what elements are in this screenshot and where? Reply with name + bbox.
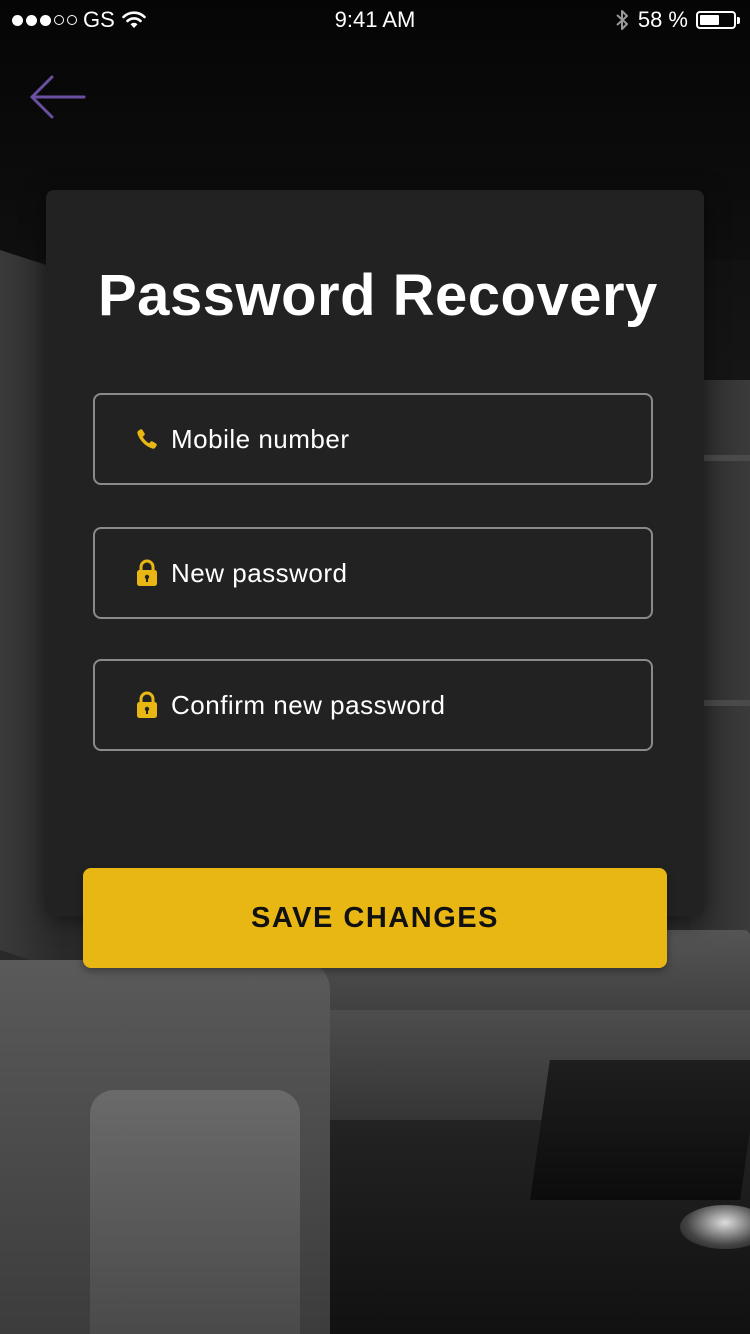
save-changes-button[interactable]: SAVE CHANGES (83, 868, 667, 968)
background-shelf (700, 700, 750, 706)
background-shelf (700, 455, 750, 461)
confirm-password-field[interactable] (93, 659, 653, 751)
status-right: 58 % (614, 7, 740, 33)
page-title: Password Recovery (98, 263, 658, 328)
background-coffee-table (530, 1060, 750, 1200)
battery-level (700, 15, 719, 25)
mobile-number-input[interactable] (171, 419, 651, 459)
lock-icon (135, 559, 159, 587)
status-bar: GS 9:41 AM 58 % (0, 0, 750, 40)
battery-icon (696, 11, 740, 29)
new-password-input[interactable] (171, 553, 651, 593)
phone-icon (135, 425, 159, 453)
new-password-field[interactable] (93, 527, 653, 619)
confirm-password-input[interactable] (171, 685, 651, 725)
back-button[interactable] (28, 70, 88, 124)
password-recovery-card: Password Recovery (46, 190, 704, 916)
battery-percent: 58 % (637, 7, 688, 32)
lock-icon (135, 691, 159, 719)
arrow-left-icon (30, 75, 86, 119)
mobile-number-field[interactable] (93, 393, 653, 485)
background-armchair-arm (90, 1090, 300, 1334)
bluetooth-icon (616, 10, 628, 30)
